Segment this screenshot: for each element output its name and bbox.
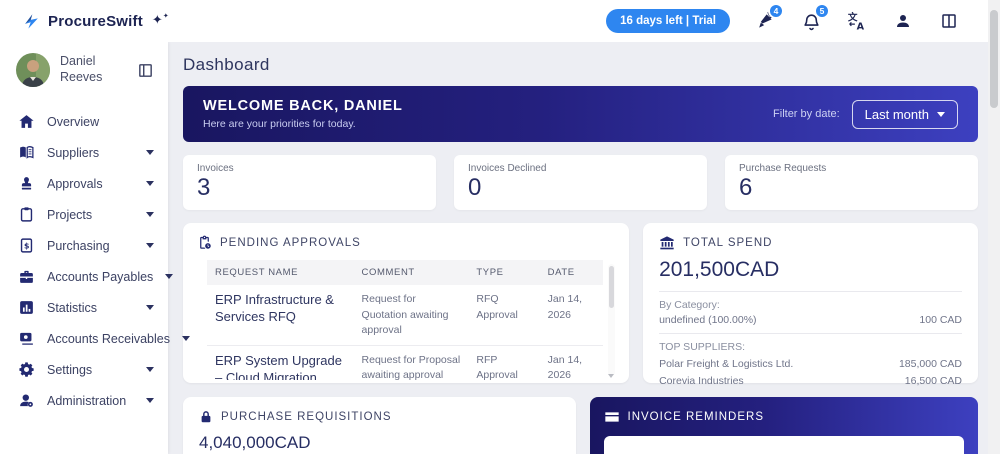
page-title: Dashboard [183,55,270,74]
credit-card-icon [604,409,620,425]
person-icon [894,12,912,30]
chevron-down-icon [146,181,154,186]
user-name: Daniel Reeves [60,54,103,84]
chevron-down-icon [937,111,945,117]
chevron-down-icon [181,336,190,341]
total-spend-card: TOTAL SPEND 201,500CAD By Category: unde… [643,223,978,387]
chevron-down-icon [146,243,154,248]
chevron-down-icon [146,212,154,217]
chevron-down-icon [165,274,174,279]
sidebar-item-overview[interactable]: Overview [0,106,168,137]
purchase-requisitions-amount: 4,040,000CAD [199,433,311,453]
sidebar-collapse-button[interactable] [137,62,154,79]
invoice-reminders-panel: INVOICE DUE AMOUNT DAYS [603,436,964,454]
page-scrollbar[interactable] [988,0,1000,454]
total-spend-title: TOTAL SPEND [683,237,773,250]
translate-icon: 文A [847,11,868,32]
user-card[interactable]: Daniel Reeves [0,42,168,98]
pending-approvals-card: PENDING APPROVALS REQUEST NAME COMMENT T… [183,223,630,384]
trial-badge[interactable]: 16 days left | Trial [606,9,730,33]
sidebar-item-projects[interactable]: Projects [0,199,168,230]
sidebar-item-approvals[interactable]: Approvals [0,168,168,199]
home-icon [18,113,35,130]
notifications-button[interactable]: 5 [800,3,830,32]
invoice-reminders-card: INVOICE REMINDERS INVOICE DUE AMOUNT DAY… [589,397,978,454]
brand-logo-icon [22,12,41,31]
sparkle-icon: ✦✦ [151,12,169,27]
top-bar: ProcureSwift ✦✦ 16 days left | Trial 4 5… [0,0,1000,42]
approval-stamp-icon [18,175,35,192]
main-content: Dashboard WELCOME BACK, DANIEL Here are … [168,42,988,454]
sidebar-item-statistics[interactable]: Statistics [0,292,168,323]
stat-card-invoices[interactable]: Invoices 3 [183,155,436,211]
split-panel-button[interactable] [938,10,960,32]
sidebar-item-suppliers[interactable]: Suppliers [0,137,168,168]
welcome-banner: WELCOME BACK, DANIEL Here are your prior… [183,86,978,142]
chevron-down-icon [146,367,154,372]
announcements-button[interactable]: 4 [754,3,784,32]
gear-icon [18,361,35,378]
admin-user-icon [18,392,35,409]
suppliers-book-icon [18,144,35,161]
table-row[interactable]: ERP Infrastructure & Services RFQ Reques… [207,285,604,347]
stat-card-invoices-declined[interactable]: Invoices Declined 0 [454,155,707,211]
supplier-row: Polar Freight & Logistics Ltd. 185,000 C… [659,358,962,371]
table-header: REQUEST NAME COMMENT TYPE DATE [207,260,604,286]
briefcase-icon [18,268,35,285]
pending-actions-icon [197,235,212,250]
chevron-down-icon [146,305,154,310]
pending-approvals-title: PENDING APPROVALS [220,236,361,249]
top-suppliers-label: TOP SUPPLIERS: [659,341,746,354]
date-filter-dropdown[interactable]: Last month [851,99,958,129]
svg-text:$: $ [24,241,29,250]
invoice-reminders-title: INVOICE REMINDERS [627,411,764,424]
sidebar-item-administration[interactable]: Administration [0,385,168,416]
brand-name: ProcureSwift [48,12,143,30]
purchase-requisitions-title: PURCHASE REQUISITIONS [221,411,392,424]
pending-approvals-table[interactable]: REQUEST NAME COMMENT TYPE DATE ERP Infra… [207,260,616,380]
language-button[interactable]: 文A [846,10,868,32]
welcome-subtitle: Here are your priorities for today. [203,118,356,130]
chevron-down-icon [146,150,154,155]
purchase-requisitions-card: PURCHASE REQUISITIONS 4,040,000CAD [183,397,576,454]
supplier-row: Corevia Industries 16,500 CAD [659,375,962,388]
category-row: undefined (100.00%) 100 CAD [659,314,962,327]
account-button[interactable] [892,10,914,32]
collapse-panel-icon [137,62,154,79]
clipboard-icon [18,206,35,223]
table-scrollbar[interactable] [608,264,616,379]
avatar [16,53,50,87]
table-scrollbar-thumb[interactable] [609,266,615,309]
sidebar-item-purchasing[interactable]: $ Purchasing [0,230,168,261]
brand[interactable]: ProcureSwift ✦✦ [22,12,169,31]
sidebar-item-accounts-payables[interactable]: Accounts Payables [0,261,174,292]
payments-icon [18,330,35,347]
page-scrollbar-thumb[interactable] [990,10,998,108]
sidebar-nav: Overview Suppliers Approvals Projects $ … [0,98,190,416]
scroll-down-icon [608,374,615,379]
split-panel-icon [940,12,958,30]
sidebar-item-accounts-receivables[interactable]: Accounts Receivables [0,323,190,354]
table-row[interactable]: ERP System Upgrade – Cloud Migration Req… [207,346,603,380]
by-category-label: By Category: [659,299,720,312]
bank-icon [659,235,675,251]
bar-chart-icon [18,299,35,316]
stat-card-purchase-requests[interactable]: Purchase Requests 6 [725,155,978,211]
receipt-dollar-icon: $ [18,237,35,254]
svg-text:A: A [856,21,864,32]
chevron-down-icon [146,398,154,403]
announcements-count: 4 [768,3,784,19]
lock-icon [199,410,213,424]
filter-by-date-label: Filter by date: [773,108,840,120]
sidebar-item-settings[interactable]: Settings [0,354,168,385]
stats-row: Invoices 3 Invoices Declined 0 Purchase … [183,155,978,211]
notifications-count: 5 [814,3,830,19]
total-spend-amount: 201,500CAD [659,258,780,282]
sidebar: Daniel Reeves Overview Suppliers Approva… [0,42,190,454]
welcome-title: WELCOME BACK, DANIEL [203,98,403,114]
